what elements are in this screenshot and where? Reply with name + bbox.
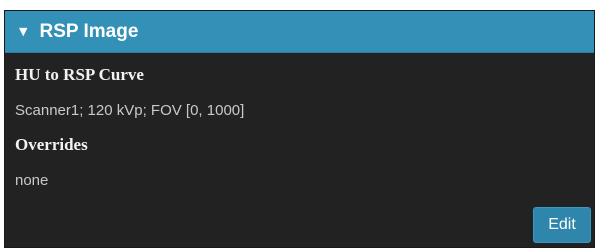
rsp-image-panel: ▼ RSP Image HU to RSP Curve Scanner1; 12… bbox=[4, 10, 595, 248]
collapse-caret-icon[interactable]: ▼ bbox=[19, 26, 27, 37]
edit-button[interactable]: Edit bbox=[533, 207, 591, 243]
panel-body: HU to RSP Curve Scanner1; 120 kVp; FOV [… bbox=[5, 53, 594, 191]
hu-to-rsp-curve-heading: HU to RSP Curve bbox=[15, 65, 144, 84]
hu-to-rsp-curve-value: Scanner1; 120 kVp; FOV [0, 1000] bbox=[15, 102, 245, 119]
panel-header[interactable]: ▼ RSP Image bbox=[5, 11, 594, 53]
overrides-heading: Overrides bbox=[15, 135, 88, 154]
overrides-value: none bbox=[15, 172, 49, 189]
panel-title: RSP Image bbox=[39, 20, 139, 42]
